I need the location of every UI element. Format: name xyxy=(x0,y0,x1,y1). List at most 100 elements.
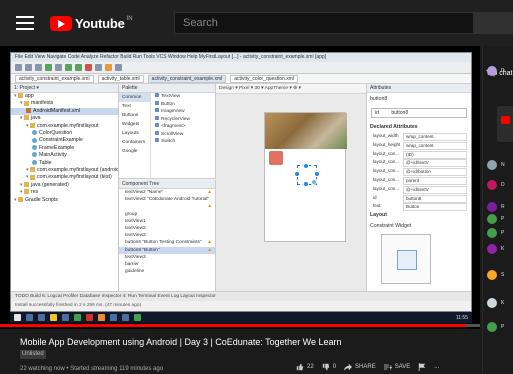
chat-avatar[interactable] xyxy=(487,244,497,254)
component-tree-item[interactable]: textView2 xyxy=(119,225,215,232)
palette-item[interactable]: Button xyxy=(152,100,215,109)
folder-icon xyxy=(15,64,22,71)
project-tree-item[interactable]: ▾ app xyxy=(11,93,118,100)
report-button[interactable] xyxy=(418,363,426,371)
palette-panel: Palette Common Text Buttons Widgets Layouts C… xyxy=(119,84,216,179)
chat-author-initial: K xyxy=(501,246,505,252)
component-tree-item[interactable]: textView3 xyxy=(119,232,215,239)
search-input[interactable] xyxy=(183,17,473,29)
palette-category[interactable]: Common xyxy=(119,93,150,102)
component-tree-item[interactable]: textView2 "Name" ▲ xyxy=(119,189,215,196)
project-tree-item[interactable]: ▾ res xyxy=(11,189,118,196)
component-tree-item[interactable]: group xyxy=(119,211,215,218)
project-tree-label: AndroidManifest.xml xyxy=(33,107,80,114)
component-tree-item[interactable]: guideline xyxy=(119,268,215,275)
palette-item[interactable]: <fragment> xyxy=(152,123,215,131)
more-actions-button[interactable]: ... xyxy=(434,364,439,370)
attribute-value[interactable]: @+id/button xyxy=(403,168,467,177)
component-tree-item[interactable]: button8 "Button" ▲ xyxy=(119,246,215,254)
chat-avatar[interactable] xyxy=(487,228,497,238)
palette-category[interactable]: Containers xyxy=(119,138,150,147)
attribute-value[interactable]: Button xyxy=(403,203,467,212)
attribute-value[interactable]: @+id/textV xyxy=(403,185,467,194)
project-tree-item[interactable]: FrameExample xyxy=(11,145,118,152)
palette-item[interactable]: ImageView xyxy=(152,108,215,116)
dislike-button[interactable]: 0 xyxy=(322,363,336,371)
component-tree-panel: Component Tree textView2 "Name" ▲ textView… xyxy=(119,180,216,291)
file-explorer-icon xyxy=(50,314,57,321)
attribute-value[interactable]: wrap_content xyxy=(403,133,467,141)
folder-icon xyxy=(24,182,30,187)
avd-icon xyxy=(105,64,112,71)
run-icon xyxy=(65,64,72,71)
component-tree-item[interactable]: textView3 xyxy=(119,254,215,261)
constraint-widget xyxy=(381,234,431,284)
project-tree-item[interactable]: Table xyxy=(11,160,118,167)
component-label: guideline xyxy=(125,269,145,275)
palette-item-label: ScrollView xyxy=(161,131,184,137)
project-tree-item[interactable]: ▾ com.example.myfirstlayout xyxy=(11,123,118,130)
hamburger-menu-icon[interactable] xyxy=(16,16,34,30)
project-tree-item[interactable]: ▾ com.example.myfirstlayout (test) xyxy=(11,174,118,181)
youtube-logo[interactable]: Youtube IN xyxy=(50,15,133,31)
project-tree-item[interactable]: ▾ com.example.myfirstlayout (androidTest… xyxy=(11,167,118,174)
project-tree-item[interactable]: ConstraintExample xyxy=(11,137,118,144)
component-tree-item[interactable]: textView1 xyxy=(119,218,215,225)
video-progress-bar[interactable] xyxy=(0,324,480,327)
palette-category[interactable]: Widgets xyxy=(119,120,150,129)
component-tree-item[interactable]: barrier xyxy=(119,261,215,268)
project-tree-item[interactable]: MainActivity xyxy=(11,152,118,159)
project-tree-item[interactable]: ▾ java xyxy=(11,115,118,122)
save-label: SAVE xyxy=(394,364,411,370)
chat-avatar[interactable] xyxy=(487,202,497,212)
save-button[interactable]: SAVE xyxy=(383,363,411,371)
search-button[interactable] xyxy=(474,12,513,34)
video-player[interactable]: File Edit View Navigate Code Analyze Ref… xyxy=(0,46,480,329)
app-icon xyxy=(110,314,117,321)
attributes-widget-name: button8 xyxy=(370,96,388,102)
chat-avatar[interactable] xyxy=(487,322,497,332)
component-tree-item[interactable]: button6 "Button Testing Constraints" ▲ xyxy=(119,239,215,246)
pinned-message xyxy=(497,106,513,142)
palette-item[interactable]: Switch xyxy=(152,138,215,146)
thumbs-up-icon xyxy=(296,363,304,371)
folder-icon xyxy=(24,115,30,121)
attribute-value[interactable]: @+id/textV xyxy=(403,159,467,168)
project-tree-item[interactable]: ColorQuestion xyxy=(11,130,118,137)
palette-item[interactable]: RecyclerView xyxy=(152,115,215,124)
chat-avatar[interactable] xyxy=(487,270,497,280)
project-tree-item[interactable]: ▾ manifests xyxy=(11,100,118,107)
palette-category[interactable]: Buttons xyxy=(119,111,150,120)
project-tree-item[interactable]: ▾ java (generated) xyxy=(11,182,118,189)
live-chat-panel: Top chat DNDRPPKSKP xyxy=(482,46,513,374)
project-tree-label: Gradle Scripts xyxy=(25,196,58,203)
chat-avatar[interactable] xyxy=(487,298,497,308)
project-tree-item[interactable]: ▾ Gradle Scripts xyxy=(11,197,118,204)
palette-item[interactable]: TextView xyxy=(152,93,215,101)
attribute-value[interactable]: (ID) xyxy=(403,150,467,159)
warning-icon: ▲ xyxy=(207,204,212,210)
attribute-value[interactable]: parent xyxy=(403,177,467,185)
project-tree-item[interactable]: AndroidManifest.xml xyxy=(11,107,118,116)
palette-category[interactable]: Layouts xyxy=(119,129,150,138)
chat-author-initial: K xyxy=(501,300,505,306)
like-button[interactable]: 22 xyxy=(296,363,314,371)
share-button[interactable]: SHARE xyxy=(344,363,376,371)
palette-category[interactable]: Text xyxy=(119,102,150,111)
palette-item[interactable]: ScrollView xyxy=(152,130,215,139)
design-toolbar: Design ▾ Pixel ▾ 30 ▾ AppTheme ▾ ⊕ ▾ xyxy=(216,84,366,94)
component-tree-item[interactable]: textView3 "CoEdunate Android Tutorial" ▲ xyxy=(119,196,215,210)
share-label: SHARE xyxy=(355,364,376,370)
attribute-value[interactable]: button8 xyxy=(403,194,467,203)
attributes-header: Attributes xyxy=(367,84,471,93)
sdk-icon xyxy=(95,64,102,71)
app-icon xyxy=(134,314,141,321)
attributes-panel: Attributes button8 id button8 Declared A… xyxy=(366,84,471,291)
chat-avatar[interactable] xyxy=(487,160,497,170)
chat-avatar[interactable] xyxy=(487,66,497,76)
widget-icon xyxy=(155,115,159,120)
palette-category[interactable]: Google xyxy=(119,147,150,156)
chat-avatar[interactable] xyxy=(487,180,497,190)
chat-avatar[interactable] xyxy=(487,214,497,224)
attribute-value[interactable]: wrap_content xyxy=(403,141,467,150)
